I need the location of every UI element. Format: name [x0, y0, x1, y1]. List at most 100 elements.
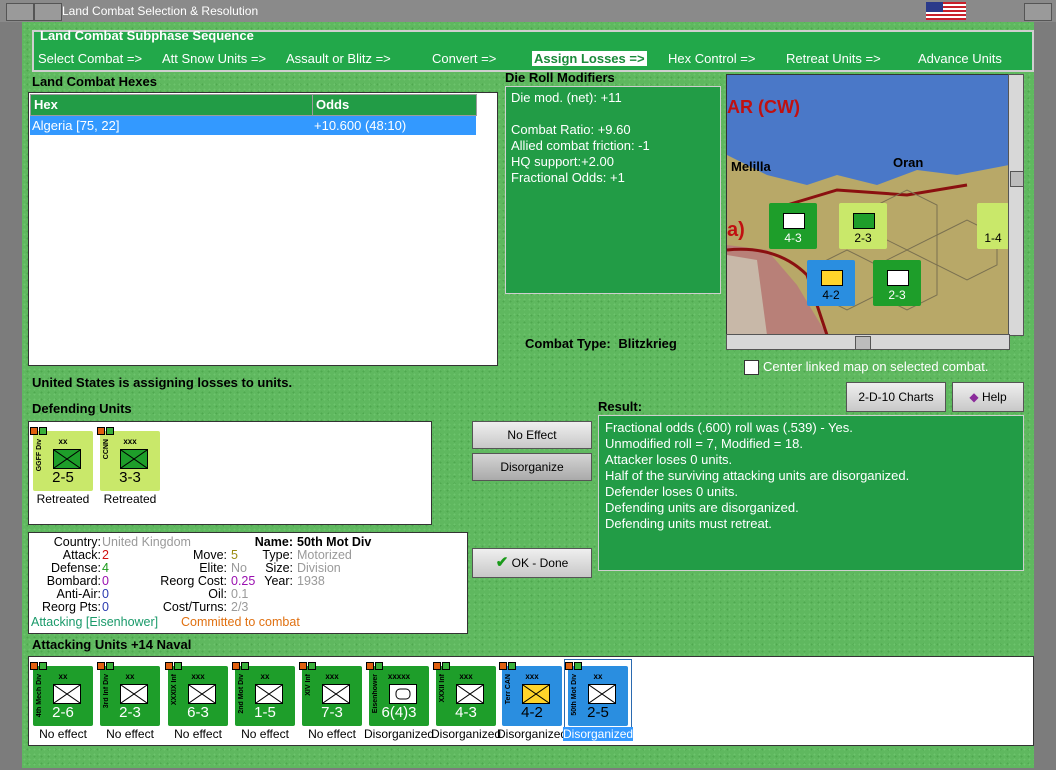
status-marker-icon [30, 427, 38, 435]
status-marker-icon [106, 427, 114, 435]
step-assault-or-blitz[interactable]: Assault or Blitz => [286, 51, 391, 66]
unit-name: XIV Inf [305, 674, 312, 696]
unit-counter-face: xxx Terr CAN 4-2 [499, 662, 562, 726]
map-unit[interactable]: 4-3 [769, 203, 817, 249]
map-unit[interactable]: 2-3 [839, 203, 887, 249]
status-marker-icon [366, 662, 374, 670]
infantry-unit-icon [53, 684, 81, 704]
unit-status-caption: No effect [308, 727, 356, 741]
mini-map[interactable]: AR (CW) a) Melilla Oran 4-3 2-3 4-2 2-3 … [726, 74, 1010, 336]
col-header-hex[interactable]: Hex [30, 94, 313, 116]
unit-strength: 2-5 [587, 704, 609, 721]
status-marker-icon [174, 662, 182, 670]
map-vscroll-thumb[interactable] [1010, 171, 1024, 187]
book-icon: ◆ [969, 390, 979, 404]
reorgpts-label: Reorg Pts: [41, 600, 101, 614]
unit-name: XXXII Inf [439, 674, 446, 703]
reorgcost-value: 0.25 [231, 574, 256, 588]
antiair-label: Anti-Air: [56, 587, 101, 601]
result-line: Half of the surviving attacking units ar… [605, 468, 910, 483]
hexes-table: Hex Odds Algeria [75, 22] +10.600 (48:10… [28, 92, 498, 366]
disorganize-button[interactable]: Disorganize [472, 453, 592, 481]
col-header-odds[interactable]: Odds [312, 94, 477, 116]
hex-cell: Algeria [75, 22] [32, 118, 120, 133]
unit-counter-face: xxx XXXIX Inf 6-3 [165, 662, 228, 726]
unit-counter[interactable]: xx GGFF Div 2-5 Retreated [30, 425, 96, 506]
close-button[interactable] [1024, 3, 1052, 21]
result-line: Defending units are disorganized. [605, 500, 799, 515]
result-line: Defender loses 0 units. [605, 484, 738, 499]
hq-support: HQ support:+2.00 [511, 154, 614, 169]
status-marker-icon [97, 427, 105, 435]
unit-name: CCNN [103, 439, 110, 460]
status-marker-icon [375, 662, 383, 670]
result-line: Attacker loses 0 units. [605, 452, 733, 467]
country-label: Country: [53, 535, 101, 549]
map-city-oran: Oran [893, 155, 924, 170]
unit-counter[interactable]: xx 50th Mot Div 2-5 Disorganized [563, 659, 634, 741]
charts-button[interactable]: 2-D-10 Charts [846, 382, 946, 412]
infantry-unit-icon [120, 684, 148, 704]
reorgpts-value: 0 [102, 600, 109, 614]
size-label: Size: [265, 561, 293, 575]
unit-counter[interactable]: xxx XIV Inf 7-3 No effect [299, 660, 365, 741]
unit-counter-face: xx 3rd Inf Div 2-3 [97, 662, 160, 726]
ok-done-button[interactable]: ✔ OK - Done [472, 548, 592, 578]
status-marker-icon [241, 662, 249, 670]
table-row[interactable]: Algeria [75, 22] +10.600 (48:10) [30, 116, 476, 135]
costturns-label: Cost/Turns: [162, 600, 227, 614]
status-marker-icon [499, 662, 507, 670]
infantry-unit-icon [522, 684, 550, 704]
unit-counter[interactable]: xxxxx Eisenhower 6(4)3 Disorganized [364, 660, 434, 741]
step-assign-losses[interactable]: Assign Losses => [532, 51, 647, 66]
no-effect-button[interactable]: No Effect [472, 421, 592, 449]
step-select-combat[interactable]: Select Combat => [38, 51, 142, 66]
unit-status-caption: Disorganized [563, 727, 634, 741]
step-hex-control[interactable]: Hex Control => [668, 51, 755, 66]
restore-button[interactable] [34, 3, 62, 21]
combat-ratio: Combat Ratio: +9.60 [511, 122, 631, 137]
year-label: Year: [264, 574, 293, 588]
map-unit[interactable]: 2-3 [873, 260, 921, 306]
unit-strength: 7-3 [321, 704, 343, 721]
minimize-button[interactable] [6, 3, 34, 21]
name-value: 50th Mot Div [297, 535, 372, 549]
unit-counter[interactable]: xxx XXXIX Inf 6-3 No effect [165, 660, 231, 741]
infantry-unit-icon [53, 449, 81, 469]
step-att-snow-units[interactable]: Att Snow Units => [162, 51, 266, 66]
antiair-value: 0 [102, 587, 109, 601]
unit-counter[interactable]: xxx CCNN 3-3 Retreated [97, 425, 163, 506]
unit-status-caption: No effect [174, 727, 222, 741]
step-retreat-units[interactable]: Retreat Units => [786, 51, 881, 66]
allied-friction: Allied combat friction: -1 [511, 138, 650, 153]
unit-counter-face: xxx XIV Inf 7-3 [299, 662, 362, 726]
status-marker-icon [299, 662, 307, 670]
unit-counter[interactable]: xxx XXXII Inf 4-3 Disorganized [431, 660, 501, 741]
map-horizontal-scrollbar[interactable] [726, 334, 1010, 350]
committed-status: Committed to combat [181, 615, 300, 629]
combat-type: Combat Type: Blitzkrieg [525, 336, 677, 351]
die-roll-spacer [511, 106, 650, 122]
die-roll-title: Die Roll Modifiers [505, 70, 615, 85]
help-button[interactable]: ◆ Help [952, 382, 1024, 412]
map-unit[interactable]: 1-4 [977, 203, 1009, 249]
unit-counter[interactable]: xx 2nd Mot Div 1-5 No effect [232, 660, 298, 741]
attacking-title: Attacking Units +14 Naval [32, 637, 192, 652]
status-marker-icon [39, 427, 47, 435]
map-hscroll-thumb[interactable] [855, 336, 871, 350]
elite-value: No [231, 561, 247, 575]
unit-counter[interactable]: xx 3rd Inf Div 2-3 No effect [97, 660, 163, 741]
unit-counter-face: xxxxx Eisenhower 6(4)3 [366, 662, 429, 726]
status-marker-icon [97, 662, 105, 670]
move-value: 5 [231, 548, 238, 562]
unit-status-caption: Retreated [36, 492, 90, 506]
map-unit[interactable]: 4-2 [807, 260, 855, 306]
unit-counter[interactable]: xx 4th Mech Div 2-6 No effect [30, 660, 96, 741]
unit-counter[interactable]: xxx Terr CAN 4-2 Disorganized [497, 660, 567, 741]
center-map-checkbox[interactable] [744, 360, 759, 375]
step-convert[interactable]: Convert => [432, 51, 496, 66]
step-advance-units[interactable]: Advance Units [918, 51, 1002, 66]
move-label: Move: [192, 548, 227, 562]
map-vertical-scrollbar[interactable] [1008, 74, 1024, 336]
unit-status-caption: Retreated [103, 492, 157, 506]
